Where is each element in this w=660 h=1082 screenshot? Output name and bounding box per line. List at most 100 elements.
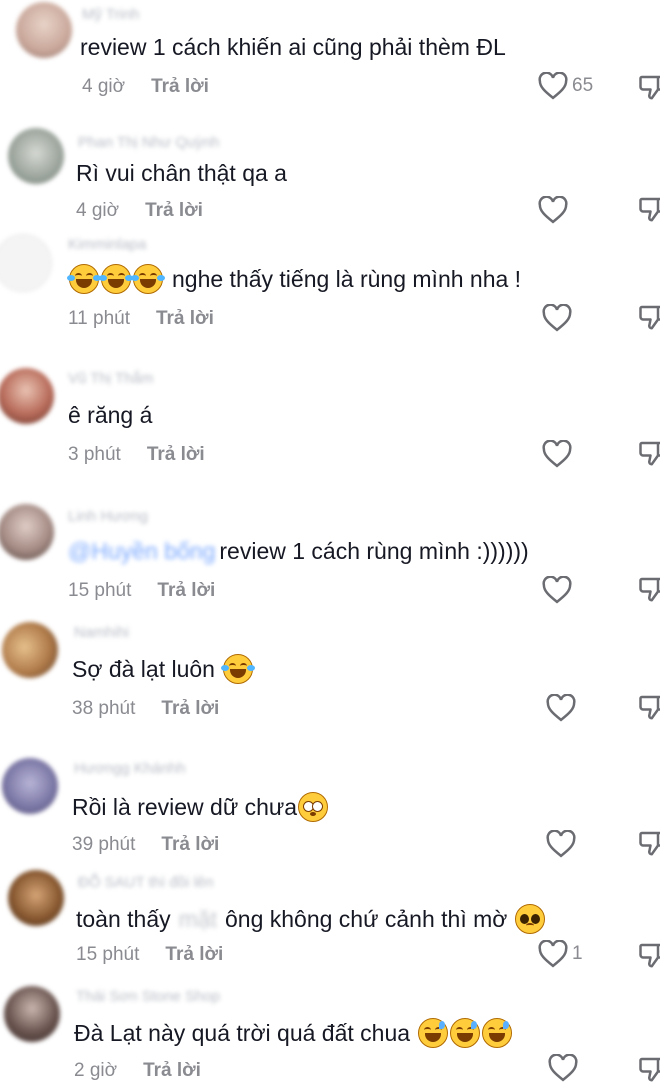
avatar[interactable] (8, 870, 64, 926)
like-button[interactable] (548, 1054, 582, 1082)
reply-button[interactable]: Trả lời (143, 1060, 201, 1082)
reply-button[interactable]: Trả lời (145, 200, 203, 222)
avatar[interactable] (8, 128, 64, 184)
comment-username[interactable]: Linh Hương (68, 508, 148, 525)
comment-item: Thái Sơn Stone Shop Đà Lạt này quá trời … (0, 984, 660, 1082)
comment-username[interactable]: Phan Thị Như Quỳnh (78, 134, 220, 151)
reply-button[interactable]: Trả lời (161, 698, 219, 720)
heart-outline-icon (538, 940, 568, 968)
comment-text: Đà Lạt này quá trời quá đất chua (74, 1018, 513, 1048)
dislike-button[interactable] (638, 692, 660, 722)
dislike-button[interactable] (638, 828, 660, 858)
like-button[interactable]: 65 (538, 72, 593, 100)
comment-text-content: Sợ đà lạt luôn (72, 655, 215, 682)
tears-of-joy-emoji-icon (131, 264, 165, 294)
heart-outline-icon (542, 440, 572, 468)
comment-text: @Huyền bống review 1 cách rùng mình :)))… (68, 538, 529, 565)
comment-time: 38 phút (72, 698, 136, 719)
reply-button[interactable]: Trả lời (147, 444, 205, 466)
comment-meta: 15 phút Trả lời (76, 944, 223, 966)
like-button[interactable] (542, 304, 576, 332)
avatar[interactable] (2, 758, 58, 814)
comment-username[interactable]: Hươngg Khánhh (74, 760, 186, 777)
comment-time: 15 phút (76, 944, 140, 965)
comment-item: Vũ Thị Thắm ê răng á 3 phút Trả lời (0, 366, 660, 492)
comment-time: 15 phút (68, 580, 132, 601)
mention-link[interactable]: @Huyền bống (68, 538, 215, 565)
reply-button[interactable]: Trả lời (157, 580, 215, 602)
reply-button[interactable]: Trả lời (156, 308, 214, 330)
comment-username[interactable]: ĐỖ SAUT thì đồi lên (78, 874, 214, 891)
grinning-sweat-emoji-icon (418, 1018, 449, 1048)
heart-outline-icon (542, 304, 572, 332)
avatar[interactable] (0, 504, 54, 560)
dislike-button[interactable] (638, 72, 660, 102)
comment-item: Hươngg Khánhh Rồi là review dữ chưa 39 p… (0, 756, 660, 882)
dislike-button[interactable] (638, 194, 660, 224)
like-button[interactable]: 1 (538, 940, 583, 968)
tears-of-joy-emoji-icon (220, 654, 255, 684)
like-button[interactable] (538, 196, 572, 224)
comment-meta: 3 phút Trả lời (68, 444, 205, 466)
dislike-button[interactable] (638, 1054, 660, 1082)
comment-username[interactable]: Thái Sơn Stone Shop (76, 988, 220, 1005)
comment-item: Linh Hương @Huyền bống review 1 cách rùn… (0, 502, 660, 628)
thumbs-down-icon (639, 695, 660, 720)
heart-outline-icon (546, 830, 576, 858)
comment-item: Kimminlapa nghe thấy tiếng là rùng mình … (0, 230, 660, 356)
thumbs-down-icon (639, 441, 660, 466)
comment-username[interactable]: Vũ Thị Thắm (68, 370, 153, 387)
comment-meta: 39 phút Trả lời (72, 834, 219, 856)
flushed-emoji-icon (298, 792, 329, 822)
comment-text-content: Rồi là review dữ chưa (72, 793, 298, 820)
avatar[interactable] (2, 622, 58, 678)
like-button[interactable] (546, 830, 580, 858)
comment-time: 4 giờ (82, 76, 126, 97)
avatar[interactable] (0, 368, 54, 424)
comment-username[interactable]: Namhihi (74, 624, 129, 641)
avatar[interactable] (16, 2, 72, 58)
like-button[interactable] (542, 440, 576, 468)
reply-button[interactable]: Trả lời (165, 944, 223, 966)
avatar[interactable] (0, 234, 52, 292)
comment-text: toàn thấy mặt ông không chứ cảnh thì mờ (76, 904, 546, 934)
comment-text-content: Đà Lạt này quá trời quá đất chua (74, 1019, 411, 1046)
comment-text-content: nghe thấy tiếng là rùng mình nha ! (172, 265, 522, 292)
tears-of-joy-emoji-icon (99, 264, 133, 294)
comment-meta: 38 phút Trả lời (72, 698, 219, 720)
avatar[interactable] (4, 986, 60, 1042)
thumbs-down-icon (639, 1057, 660, 1082)
like-button[interactable] (542, 576, 576, 604)
like-count: 65 (572, 75, 594, 96)
comment-item: ĐỖ SAUT thì đồi lên toàn thấy mặt ông kh… (0, 868, 660, 994)
comment-text: Sợ đà lạt luôn (72, 654, 255, 684)
thumbs-down-icon (639, 943, 660, 968)
reply-button[interactable]: Trả lời (161, 834, 219, 856)
tears-of-joy-emoji-icon (67, 264, 101, 294)
reply-button[interactable]: Trả lời (151, 76, 209, 98)
dislike-button[interactable] (638, 302, 660, 332)
heart-outline-icon (548, 1054, 578, 1082)
comment-text: Rồi là review dữ chưa (72, 792, 329, 822)
thumbs-down-icon (639, 577, 660, 602)
dislike-button[interactable] (638, 438, 660, 468)
dislike-button[interactable] (638, 940, 660, 970)
comment-time: 4 giờ (76, 200, 120, 221)
comment-meta: 2 giờ Trả lời (74, 1060, 201, 1082)
comment-time: 39 phút (72, 834, 136, 855)
like-count: 1 (572, 943, 583, 964)
comment-username[interactable]: Kimminlapa (68, 236, 146, 253)
comment-meta: 15 phút Trả lời (68, 580, 215, 602)
like-button[interactable] (546, 694, 580, 722)
comment-text-content: review 1 cách rùng mình :)))))) (219, 538, 529, 564)
thumbs-down-icon (639, 305, 660, 330)
thumbs-down-icon (639, 197, 660, 222)
comment-username[interactable]: Mỹ Trinh (82, 6, 140, 23)
pleading-face-emoji-icon (515, 904, 546, 934)
heart-outline-icon (538, 196, 568, 224)
grinning-sweat-emoji-icon (482, 1018, 513, 1048)
comment-text: review 1 cách khiến ai cũng phải thèm ĐL (80, 34, 506, 60)
dislike-button[interactable] (638, 574, 660, 604)
comment-text-part-a: toàn thấy (76, 905, 171, 932)
comment-text-part-b: ông không chứ cảnh thì mờ (224, 905, 508, 932)
